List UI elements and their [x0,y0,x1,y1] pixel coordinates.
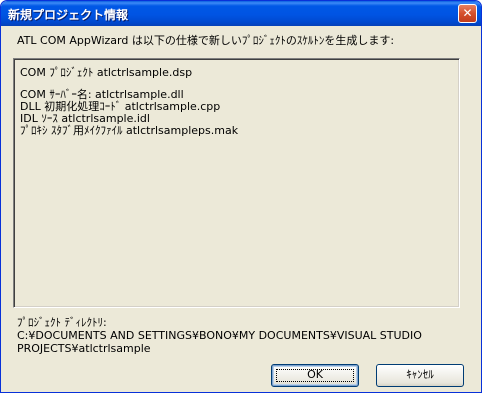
title-bar[interactable]: 新規プロジェクト情報 ✕ [1,1,481,26]
cancel-button-label: ｷｬﾝｾﾙ [406,368,434,381]
close-button[interactable]: ✕ [458,4,477,23]
dialog-title: 新規プロジェクト情報 [8,8,129,22]
info-line-project: COM ﾌﾟﾛｼﾞｪｸﾄ atlctrlsample.dsp [20,66,193,79]
cancel-button[interactable]: ｷｬﾝｾﾙ [376,364,464,387]
ok-button[interactable]: OK [271,364,359,387]
close-icon: ✕ [462,6,473,20]
project-info-box[interactable]: COM ﾌﾟﾛｼﾞｪｸﾄ atlctrlsample.dsp COM ｻｰﾊﾞｰ… [13,58,460,308]
dialog-window: 新規プロジェクト情報 ✕ ATL COM AppWizard は以下の仕様で新し… [0,0,482,393]
intro-text: ATL COM AppWizard は以下の仕様で新しいﾌﾟﾛｼﾞｪｸﾄのｽｹﾙ… [17,34,395,47]
project-directory-label: ﾌﾟﾛｼﾞｪｸﾄ ﾃﾞｨﾚｸﾄﾘ: [17,316,107,329]
focus-rect [276,369,354,382]
info-line-proxy-stub: ﾌﾟﾛｷｼ ｽﾀﾌﾞ用ﾒｲｸﾌｧｲﾙ atlctrlsampleps.mak [20,124,239,137]
project-directory-path: C:¥DOCUMENTS AND SETTINGS¥BONO¥MY DOCUME… [17,329,422,355]
